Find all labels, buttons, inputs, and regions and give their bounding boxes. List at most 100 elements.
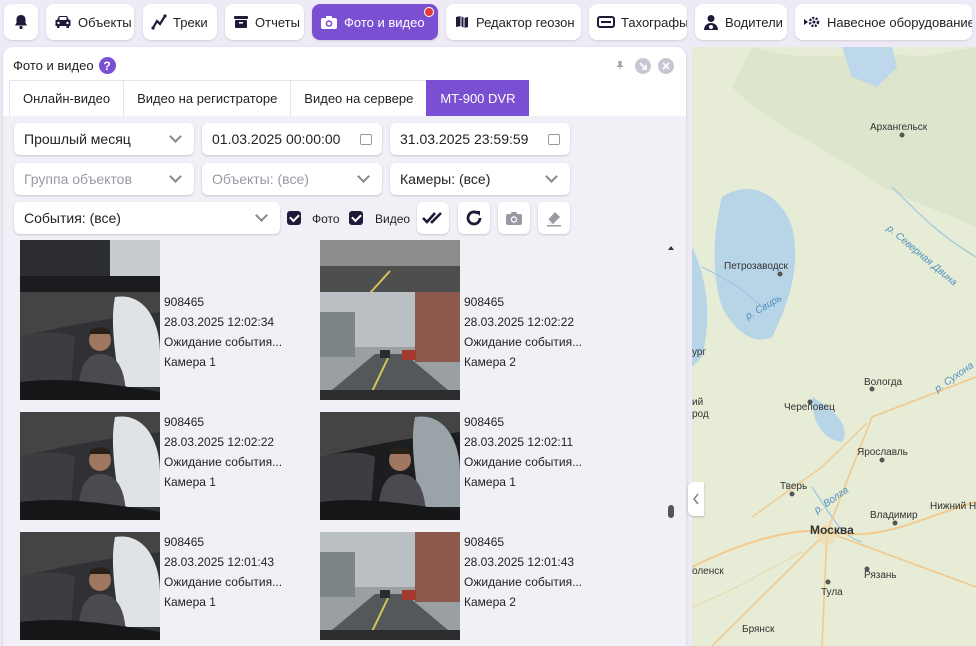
media-thumbnail[interactable]	[320, 412, 460, 520]
object-group-select[interactable]: Группа объектов	[14, 163, 194, 195]
media-meta: 908465 28.03.2025 12:02:11 Ожидание событи…	[464, 412, 582, 492]
toolbar-photo-video-button[interactable]: Фото и видео	[312, 4, 438, 40]
media-camera: Камера 1	[164, 475, 216, 489]
media-thumbnail[interactable]	[20, 292, 160, 400]
list-item[interactable]: 908465 28.03.2025 12:02:22 Ожидание событи…	[20, 412, 320, 520]
video-checkbox[interactable]	[349, 211, 363, 225]
map-label-vologda: Вологда	[864, 377, 903, 388]
track-icon	[151, 14, 167, 30]
toolbar-objects-label: Объекты	[78, 14, 132, 30]
minimize-icon[interactable]	[635, 58, 651, 74]
media-thumbnail[interactable]	[320, 292, 460, 400]
tab-video-on-recorder[interactable]: Видео на регистраторе	[123, 80, 292, 116]
toolbar-reports-label: Отчеты	[255, 14, 300, 30]
toolbar-drivers-button[interactable]: Водители	[695, 4, 787, 40]
cameras-select[interactable]: Камеры: (все)	[390, 163, 570, 195]
toolbar-reports-button[interactable]: Отчеты	[225, 4, 304, 40]
panel-header: Фото и видео ?	[13, 57, 116, 74]
media-status: Ожидание события...	[464, 575, 583, 589]
pin-icon[interactable]	[612, 58, 628, 74]
list-item[interactable]: 908465 28.03.2025 12:02:34 Ожидание событи…	[20, 292, 320, 400]
toolbar-geozone-editor-button[interactable]: Редактор геозон	[446, 4, 581, 40]
toolbar-drivers-label: Водители	[725, 14, 783, 30]
media-object-id: 908465	[464, 535, 505, 549]
chevron-down-icon	[255, 209, 268, 222]
photo-video-panel: Фото и видео ? Онлайн-видео Видео на рег…	[3, 47, 686, 646]
media-timestamp: 28.03.2025 12:02:22	[464, 315, 575, 329]
notifications-button[interactable]	[4, 4, 38, 40]
take-photo-button[interactable]	[498, 202, 530, 234]
reports-icon	[234, 16, 248, 28]
date-from-input[interactable]: 01.03.2025 00:00:00	[202, 123, 382, 155]
select-all-button[interactable]	[417, 202, 449, 234]
bell-icon	[15, 15, 27, 30]
media-meta: 908465 28.03.2025 12:02:34 Ожидание событи…	[164, 292, 282, 372]
media-object-id: 908465	[464, 295, 505, 309]
media-timestamp: 28.03.2025 12:02:34	[164, 315, 275, 329]
media-status: Ожидание события...	[164, 455, 283, 469]
panel-title: Фото и видео	[13, 58, 94, 73]
toolbar-photo-video-label: Фото и видео	[344, 14, 425, 30]
media-thumbnail[interactable]	[20, 412, 160, 520]
eraser-icon	[547, 212, 561, 227]
toolbar-tracks-button[interactable]: Треки	[143, 4, 217, 40]
map-label-bryansk: Брянск	[742, 624, 775, 635]
chevron-down-icon	[357, 170, 370, 183]
toolbar-equipment-label: Навесное оборудование	[827, 14, 972, 30]
date-to-input[interactable]: 31.03.2025 23:59:59	[390, 123, 570, 155]
collapse-map-button[interactable]	[688, 482, 704, 516]
map-label-edge-2: ий	[692, 397, 704, 408]
media-meta: 908465 28.03.2025 12:02:22 Ожидание событи…	[464, 292, 582, 372]
calendar-icon	[548, 133, 560, 145]
media-camera: Камера 1	[464, 475, 516, 489]
list-item[interactable]: 908465 28.03.2025 12:02:22 Ожидание событи…	[320, 292, 620, 400]
media-status: Ожидание события...	[464, 335, 583, 349]
media-meta: 908465 28.03.2025 12:02:22 Ожидание событи…	[164, 412, 282, 492]
map-label-smolensk: оленск	[692, 566, 724, 577]
media-camera: Камера 2	[464, 355, 516, 369]
chevron-left-icon	[692, 493, 699, 505]
clear-button[interactable]	[538, 202, 570, 234]
media-thumbnail[interactable]	[320, 532, 460, 640]
photo-checkbox[interactable]	[287, 211, 301, 225]
double-check-icon	[422, 212, 442, 224]
tab-mt900-dvr[interactable]: MT-900 DVR	[426, 80, 530, 116]
tab-online-video[interactable]: Онлайн-видео	[9, 80, 125, 116]
refresh-icon	[466, 210, 482, 226]
notification-badge	[424, 7, 434, 17]
toolbar-equipment-button[interactable]: Навесное оборудование	[795, 4, 972, 40]
toolbar-tachographs-button[interactable]: Тахографы	[589, 4, 687, 40]
close-icon[interactable]	[658, 58, 674, 74]
list-item[interactable]: 908465 28.03.2025 12:01:43 Ожидание событи…	[320, 532, 620, 640]
camera-icon	[321, 15, 337, 29]
map-label-nizhny: Нижний Н	[930, 501, 976, 512]
list-item[interactable]: 908465 28.03.2025 12:02:11 Ожидание событи…	[320, 412, 620, 520]
refresh-button[interactable]	[458, 202, 490, 234]
photo-checkbox-label: Фото	[312, 212, 340, 226]
media-status: Ожидание события...	[164, 335, 283, 349]
map-label-edge-3: род	[692, 409, 709, 420]
help-icon[interactable]: ?	[98, 57, 116, 74]
map-label-petrozavodsk: Петрозаводск	[724, 261, 788, 272]
events-select[interactable]: События: (все)	[14, 202, 280, 234]
calendar-icon	[360, 133, 372, 145]
media-thumbnail[interactable]	[20, 532, 160, 640]
chevron-down-icon	[169, 170, 182, 183]
video-checkbox-label: Видео	[375, 212, 411, 226]
tab-video-on-server[interactable]: Видео на сервере	[290, 80, 428, 116]
objects-select[interactable]: Объекты: (все)	[202, 163, 382, 195]
toolbar-geozone-label: Редактор геозон	[476, 14, 575, 30]
map[interactable]: Архангельск Петрозаводск р. Свирь Вологд…	[692, 47, 976, 646]
media-camera: Камера 2	[464, 595, 516, 609]
media-meta: 908465 28.03.2025 12:01:43 Ожидание событи…	[164, 532, 282, 612]
list-item[interactable]: 908465 28.03.2025 12:01:43 Ожидание событи…	[20, 532, 320, 640]
list-scrollbar[interactable]	[665, 240, 677, 646]
period-select[interactable]: Прошлый месяц	[14, 123, 194, 155]
media-object-id: 908465	[164, 295, 205, 309]
media-meta: 908465 28.03.2025 12:01:43 Ожидание событи…	[464, 532, 582, 612]
media-timestamp: 28.03.2025 12:02:22	[164, 435, 275, 449]
chevron-down-icon	[545, 170, 558, 183]
toolbar-objects-button[interactable]: Объекты	[46, 4, 134, 40]
geozone-icon	[456, 16, 468, 28]
period-value: Прошлый месяц	[24, 131, 131, 147]
